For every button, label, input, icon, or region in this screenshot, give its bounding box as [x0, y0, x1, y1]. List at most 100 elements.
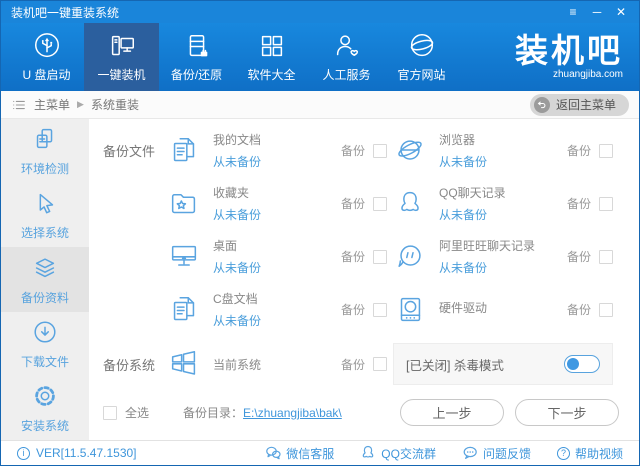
- backup-system-section-label: 备份系统: [103, 336, 167, 392]
- status-link-label: QQ交流群: [381, 445, 436, 462]
- desktop-icon: [167, 240, 201, 274]
- nav-item-website[interactable]: 官方网站: [384, 23, 459, 91]
- download-icon: [31, 318, 59, 346]
- logo-text: 装机吧: [515, 34, 623, 67]
- breadcrumb-root[interactable]: 主菜单: [34, 96, 70, 113]
- item-status[interactable]: 从未备份: [213, 312, 321, 329]
- qq-icon: [393, 187, 427, 221]
- antivirus-mode-toggle[interactable]: [564, 355, 600, 373]
- item-status[interactable]: 从未备份: [439, 259, 547, 276]
- back-arrow-icon: [534, 97, 550, 113]
- backup-checkbox[interactable]: [373, 357, 387, 371]
- item-name: 桌面: [213, 237, 321, 254]
- install-gear-icon: [31, 382, 59, 410]
- nav-item-label: 人工服务: [322, 66, 370, 83]
- backup-label: 备份: [567, 142, 591, 159]
- nav-item-label: 一键装机: [97, 66, 145, 83]
- nav-item-support[interactable]: 人工服务: [309, 23, 384, 91]
- sidebar-item-label: 安装系统: [21, 417, 69, 434]
- browser-icon: [393, 134, 427, 168]
- nav-item-label: 备份/还原: [171, 66, 222, 83]
- documents-icon: [167, 293, 201, 327]
- backup-checkbox[interactable]: [599, 250, 613, 264]
- step-sidebar: 环境检测 选择系统 备份资料 下载文件: [1, 119, 89, 440]
- backup-checkbox[interactable]: [373, 303, 387, 317]
- qq-chat-icon: [360, 445, 376, 461]
- sidebar-item-install-system[interactable]: 安装系统: [1, 376, 89, 440]
- backup-label: 备份: [341, 356, 365, 373]
- breadcrumb-current: 系统重装: [91, 96, 139, 113]
- select-all-checkbox[interactable]: [103, 406, 117, 420]
- status-link-label: 问题反馈: [483, 445, 531, 462]
- backup-label: 备份: [341, 301, 365, 318]
- qq-group-link[interactable]: QQ交流群: [360, 445, 436, 462]
- select-all-label: 全选: [125, 404, 149, 421]
- backup-item-qq-history: QQ聊天记录 从未备份 备份: [393, 177, 619, 230]
- backup-item-favorites: 收藏夹 从未备份 备份: [167, 177, 393, 230]
- backup-label: 备份: [567, 248, 591, 265]
- sidebar-item-label: 备份资料: [21, 289, 69, 306]
- item-status[interactable]: 从未备份: [213, 259, 321, 276]
- minimize-icon[interactable]: ─: [585, 3, 609, 21]
- top-nav: U 盘启动 一键装机 备份/还原 软件大全: [1, 23, 639, 91]
- backup-system-row: 备份系统 当前系统 备份 [已关闭] 杀毒: [103, 336, 619, 392]
- backup-item-c-drive-docs: C盘文档 从未备份 备份: [167, 283, 393, 336]
- title-bar: 装机吧一键重装系统 ≡ ─ ✕: [1, 1, 639, 23]
- item-status[interactable]: 从未备份: [439, 153, 547, 170]
- item-status[interactable]: 从未备份: [213, 153, 321, 170]
- usb-icon: [32, 31, 62, 61]
- sidebar-item-download-files[interactable]: 下载文件: [1, 312, 89, 376]
- logo-domain: zhuangjiba.com: [515, 69, 623, 80]
- backup-dir-label: 备份目录：: [183, 404, 243, 421]
- sidebar-item-label: 选择系统: [21, 224, 69, 241]
- info-icon: i: [17, 447, 30, 460]
- breadcrumb-separator-icon: ▶: [77, 99, 84, 110]
- backup-label: 备份: [567, 195, 591, 212]
- env-check-icon: [31, 125, 59, 153]
- software-grid-icon: [257, 31, 287, 61]
- menu-icon[interactable]: ≡: [561, 3, 585, 21]
- next-step-button[interactable]: 下一步: [515, 399, 619, 426]
- backup-checkbox[interactable]: [373, 197, 387, 211]
- feedback-link[interactable]: 问题反馈: [462, 445, 531, 462]
- bottom-controls: 全选 备份目录： E:\zhuangjiba\bak\ 上一步 下一步: [103, 399, 619, 426]
- sidebar-item-env-check[interactable]: 环境检测: [1, 119, 89, 183]
- close-icon[interactable]: ✕: [609, 3, 633, 21]
- help-video-link[interactable]: ? 帮助视频: [557, 445, 623, 462]
- item-name: QQ聊天记录: [439, 184, 547, 201]
- documents-icon: [167, 134, 201, 168]
- backup-restore-icon: [182, 31, 212, 61]
- item-name: C盘文档: [213, 290, 321, 307]
- backup-data-icon: [31, 254, 59, 282]
- item-status[interactable]: 从未备份: [213, 206, 321, 223]
- item-name: 当前系统: [213, 356, 321, 373]
- prev-step-button[interactable]: 上一步: [400, 399, 504, 426]
- nav-item-one-key-install[interactable]: 一键装机: [84, 23, 159, 91]
- item-name: 浏览器: [439, 131, 547, 148]
- main-content: 备份文件 我的文档 从未备份 备份: [89, 119, 639, 440]
- backup-item-current-system: 当前系统 备份: [167, 336, 393, 392]
- backup-item-wangwang-history: 阿里旺旺聊天记录 从未备份 备份: [393, 230, 619, 283]
- backup-checkbox[interactable]: [599, 144, 613, 158]
- sidebar-item-select-system[interactable]: 选择系统: [1, 183, 89, 247]
- sidebar-item-backup-data[interactable]: 备份资料: [1, 247, 89, 311]
- backup-checkbox[interactable]: [599, 197, 613, 211]
- wechat-support-link[interactable]: 微信客服: [265, 445, 334, 462]
- backup-item-browser: 浏览器 从未备份 备份: [393, 124, 619, 177]
- back-to-main-menu-button[interactable]: 返回主菜单: [530, 94, 629, 116]
- nav-item-usb-boot[interactable]: U 盘启动: [9, 23, 84, 91]
- feedback-icon: [462, 445, 478, 461]
- nav-item-label: 软件大全: [247, 66, 295, 83]
- backup-dir-link[interactable]: E:\zhuangjiba\bak\: [243, 406, 342, 420]
- antivirus-mode-panel: [已关闭] 杀毒模式: [393, 343, 613, 385]
- nav-item-backup-restore[interactable]: 备份/还原: [159, 23, 234, 91]
- version-text: VER[11.5.47.1530]: [36, 446, 137, 460]
- item-status[interactable]: 从未备份: [439, 206, 547, 223]
- backup-item-desktop: 桌面 从未备份 备份: [167, 230, 393, 283]
- backup-checkbox[interactable]: [599, 303, 613, 317]
- nav-item-software[interactable]: 软件大全: [234, 23, 309, 91]
- favorites-folder-icon: [167, 187, 201, 221]
- backup-checkbox[interactable]: [373, 250, 387, 264]
- help-video-icon: ?: [557, 447, 570, 460]
- backup-checkbox[interactable]: [373, 144, 387, 158]
